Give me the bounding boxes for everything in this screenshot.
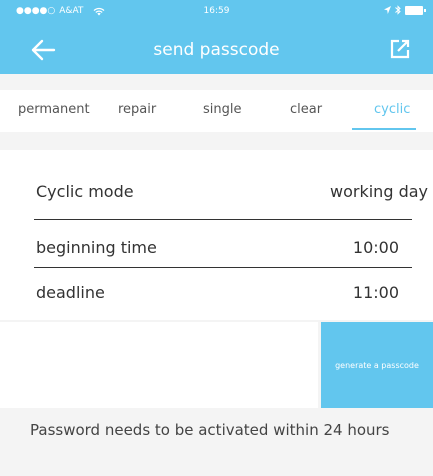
passcode-form: Cyclic mode working day beginning time 1… [0,150,433,320]
page-title: send passcode [153,40,280,60]
beginning-time-label: beginning time [36,238,157,257]
activation-notice: Password needs to be activated within 24… [30,421,390,439]
bluetooth-icon [395,5,401,15]
battery-icon [405,5,426,15]
tab-bar: permanent repair single clear cyclic [0,90,433,132]
tab-single[interactable]: single [203,102,242,117]
nav-bar: send passcode [0,24,433,74]
tab-permanent[interactable]: permanent [18,102,90,117]
generate-passcode-button[interactable]: generate a passcode [321,322,433,408]
status-bar: ●●●●○ A&AT 16:59 [0,0,433,24]
divider [34,219,412,220]
deadline-value[interactable]: 11:00 [353,283,399,302]
deadline-label: deadline [36,283,105,302]
active-tab-indicator [352,128,416,130]
beginning-time-value[interactable]: 10:00 [353,238,399,257]
status-time: 16:59 [203,6,230,16]
share-icon[interactable] [389,38,411,60]
action-spacer [0,322,318,408]
divider [34,267,412,268]
tab-repair[interactable]: repair [118,102,156,117]
tab-clear[interactable]: clear [290,102,322,117]
cyclic-mode-value[interactable]: working day [330,182,428,201]
tab-cyclic[interactable]: cyclic [374,102,410,117]
location-arrow-icon [384,6,391,14]
action-strip: generate a passcode [0,322,433,408]
cyclic-mode-label: Cyclic mode [36,182,134,201]
status-right-group [384,5,426,15]
